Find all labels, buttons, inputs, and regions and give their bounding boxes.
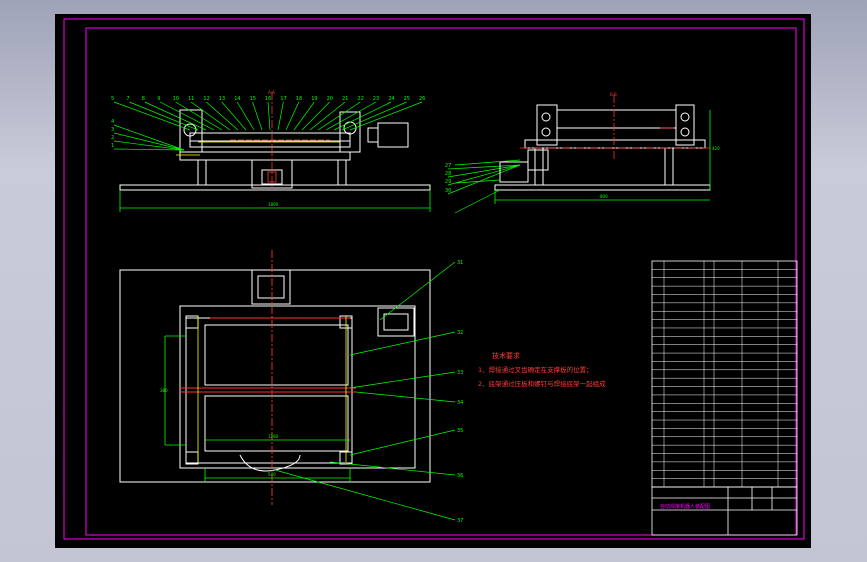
balloon-number: 20 <box>327 96 333 102</box>
balloon-number: 13 <box>219 96 225 102</box>
plan-balloon-number: 35 <box>457 428 463 434</box>
balloon-number: 12 <box>203 96 209 102</box>
balloon-number: 8 <box>142 96 145 102</box>
balloon-number: 24 <box>388 96 394 102</box>
plan-balloon-number: 33 <box>457 370 463 376</box>
balloon-number: 5 <box>111 96 114 102</box>
front-view-label: A-A <box>268 90 275 95</box>
balloon-number: 14 <box>234 96 240 102</box>
balloon-number: 25 <box>404 96 410 102</box>
side-view-width-dim: 800 <box>600 194 608 199</box>
balloon-number: 30 <box>445 188 451 194</box>
side-view-height-dim: 420 <box>712 146 720 151</box>
balloon-number: 21 <box>342 96 348 102</box>
balloon-number: 1 <box>111 143 114 149</box>
balloon-number: 26 <box>419 96 425 102</box>
side-view-label: B-B <box>610 92 617 97</box>
cad-viewport[interactable]: 1800 A-A 5 7 8 9 10 11 12 13 14 15 16 17 18 19 20 21 22 2… <box>0 0 867 562</box>
balloon-number: 2 <box>111 135 114 141</box>
balloon-number: 16 <box>265 96 271 102</box>
balloon-number: 10 <box>173 96 179 102</box>
plan-balloon-number: 36 <box>457 473 463 479</box>
balloon-number: 18 <box>296 96 302 102</box>
engineering-drawing[interactable]: 1800 A-A 5 7 8 9 10 11 12 13 14 15 16 17 18 19 20 21 22 2… <box>0 0 867 562</box>
front-view-width-dim: 1800 <box>268 202 279 207</box>
balloon-number: 22 <box>357 96 363 102</box>
balloon-number: 7 <box>126 96 129 102</box>
notes-item-1: 1、焊接通过叉齿确定在支撑板的位置； <box>478 365 593 374</box>
plan-balloon-number: 32 <box>457 330 463 336</box>
balloon-number: 19 <box>311 96 317 102</box>
plan-dim-1280: 1280 <box>268 434 279 439</box>
balloon-number: 4 <box>111 119 114 125</box>
plan-balloon-number: 34 <box>457 400 463 406</box>
balloon-number: 28 <box>445 171 451 177</box>
balloon-number: 15 <box>250 96 256 102</box>
balloon-number: 17 <box>280 96 286 102</box>
balloon-number: 29 <box>445 179 451 185</box>
balloon-number: 27 <box>445 163 451 169</box>
plan-dim-540: 540 <box>268 472 276 477</box>
plan-balloon-number: 37 <box>457 518 463 524</box>
title-block-name: 自动焊接机器人装配图 <box>660 503 710 510</box>
balloon-number: 9 <box>157 96 160 102</box>
plan-balloon-number: 31 <box>457 260 463 266</box>
drawing-sheet <box>55 14 811 548</box>
balloon-number: 11 <box>188 96 194 102</box>
notes-item-2: 2、底架通过压板和螺钉与焊接底架一起组成 <box>478 379 606 388</box>
balloon-number: 23 <box>373 96 379 102</box>
balloon-number: 3 <box>111 127 114 133</box>
plan-dim-380: 380 <box>160 388 168 393</box>
notes-title: 技术要求 <box>492 351 520 360</box>
